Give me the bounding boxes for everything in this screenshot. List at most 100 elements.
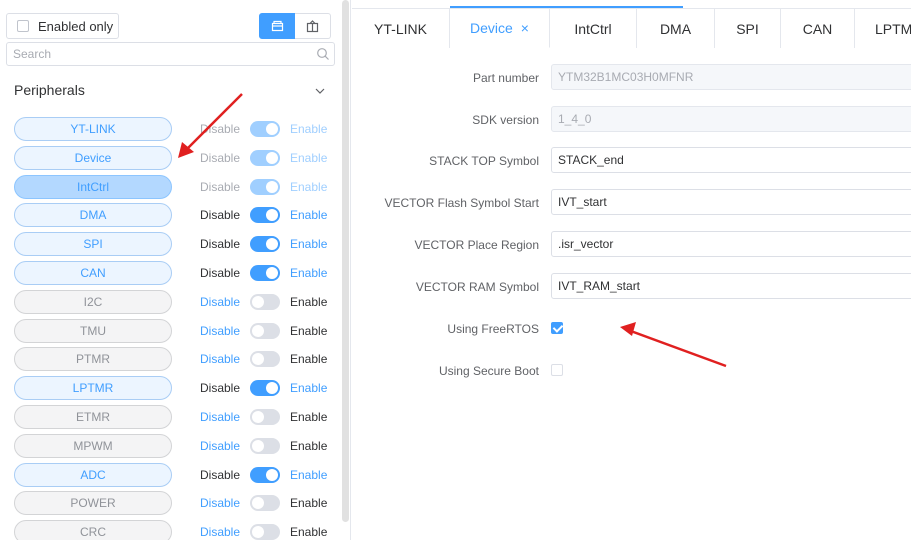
- scrollbar[interactable]: [342, 0, 349, 522]
- switch-knob: [252, 324, 264, 337]
- enable-label: Enable: [290, 294, 328, 309]
- enable-switch[interactable]: [250, 524, 280, 540]
- using-freertos-row: Using FreeRTOS: [352, 315, 911, 341]
- vector-ram-field[interactable]: [551, 273, 911, 299]
- using-secure-boot-checkbox[interactable]: [551, 364, 563, 376]
- switch-knob: [252, 295, 264, 308]
- disable-label: Disable: [200, 122, 241, 136]
- peripheral-button[interactable]: SPI: [14, 232, 172, 257]
- switch-knob: [252, 497, 264, 510]
- search-input[interactable]: [6, 42, 335, 66]
- enable-label: Enable: [290, 237, 328, 252]
- peripheral-button[interactable]: IntCtrl: [14, 174, 172, 199]
- peripheral-row: POWER Disable Enable: [0, 490, 340, 516]
- enable-switch[interactable]: [250, 351, 280, 368]
- peripheral-button[interactable]: ADC: [14, 462, 172, 487]
- switch-knob: [266, 267, 278, 279]
- switch-knob: [266, 151, 278, 164]
- peripheral-row: TMU Disable Enable: [0, 318, 340, 343]
- sdk-version-field: [551, 106, 911, 132]
- tab-label: SPI: [736, 20, 759, 37]
- enable-switch[interactable]: [250, 207, 280, 224]
- switch-knob: [266, 468, 278, 481]
- enable-label: Enable: [290, 496, 328, 511]
- peripheral-button[interactable]: CRC: [14, 520, 172, 540]
- vector-place-field[interactable]: [551, 231, 911, 257]
- close-icon[interactable]: ×: [521, 20, 529, 36]
- peripheral-button[interactable]: YT-LINK: [14, 117, 172, 141]
- enabled-only-label: Enabled only: [38, 18, 114, 34]
- vector-flash-field[interactable]: [551, 189, 911, 215]
- enabled-only-checkbox[interactable]: Enabled only: [6, 13, 119, 39]
- peripheral-button[interactable]: LPTMR: [14, 376, 172, 401]
- peripheral-row: CAN Disable Enable: [0, 260, 340, 285]
- tab-intctrl[interactable]: IntCtrl: [550, 8, 637, 48]
- peripheral-row: PTMR Disable Enable: [0, 346, 340, 372]
- enable-switch[interactable]: [250, 437, 280, 454]
- enable-label: Enable: [290, 122, 328, 136]
- vector-flash-label: VECTOR Flash Symbol Start: [384, 196, 540, 210]
- enable-switch[interactable]: [250, 380, 280, 397]
- part-number-field: [551, 64, 911, 90]
- enable-switch[interactable]: [250, 149, 280, 166]
- tab-device[interactable]: Device ×: [450, 8, 550, 48]
- grid-view-button[interactable]: [295, 13, 331, 39]
- peripheral-button[interactable]: I2C: [14, 289, 172, 314]
- chevron-down-icon[interactable]: [314, 85, 326, 97]
- tab-label: IntCtrl: [574, 20, 612, 37]
- tab-label: LPTM: [875, 20, 911, 37]
- disable-label: Disable: [200, 525, 241, 540]
- using-secure-boot-label: Using Secure Boot: [438, 364, 539, 378]
- config-tabs: YT-LINK Device × IntCtrl DMA SPI CAN LPTM: [352, 8, 911, 48]
- enable-switch[interactable]: [250, 466, 280, 483]
- peripheral-row: MPWM Disable Enable: [0, 433, 340, 458]
- disable-label: Disable: [200, 467, 241, 482]
- stack-top-field[interactable]: [551, 147, 911, 173]
- tab-yt-link[interactable]: YT-LINK: [352, 8, 450, 48]
- peripheral-button[interactable]: MPWM: [14, 433, 172, 458]
- using-freertos-label: Using FreeRTOS: [447, 322, 539, 336]
- peripheral-row: ETMR Disable Enable: [0, 404, 340, 429]
- switch-knob: [252, 439, 264, 452]
- sdk-version-label: SDK version: [472, 113, 539, 127]
- view-toggle: [259, 13, 331, 39]
- disable-label: Disable: [200, 438, 241, 453]
- vector-place-label: VECTOR Place Region: [414, 238, 540, 252]
- enable-switch[interactable]: [250, 236, 280, 253]
- peripheral-button[interactable]: PTMR: [14, 347, 172, 372]
- peripheral-button[interactable]: ETMR: [14, 405, 172, 429]
- tab-lptmr[interactable]: LPTM: [855, 8, 911, 48]
- enable-switch[interactable]: [250, 409, 280, 425]
- search-icon[interactable]: [316, 47, 330, 61]
- vector-flash-row: VECTOR Flash Symbol Start: [352, 189, 911, 215]
- disable-label: Disable: [200, 266, 241, 280]
- enable-label: Enable: [290, 208, 328, 223]
- checkbox-box[interactable]: [17, 20, 29, 32]
- enable-switch[interactable]: [250, 265, 280, 281]
- peripheral-row: Device Disable Enable: [0, 145, 340, 170]
- peripheral-button[interactable]: TMU: [14, 318, 172, 343]
- peripheral-button[interactable]: DMA: [14, 203, 172, 228]
- switch-knob: [252, 411, 264, 423]
- enable-switch[interactable]: [250, 178, 280, 195]
- peripheral-button[interactable]: POWER: [14, 491, 172, 516]
- enable-switch[interactable]: [250, 322, 280, 339]
- list-view-button[interactable]: [259, 13, 295, 39]
- switch-knob: [266, 382, 278, 395]
- using-freertos-checkbox[interactable]: [551, 322, 563, 334]
- vector-ram-label: VECTOR RAM Symbol: [415, 280, 539, 294]
- enable-label: Enable: [290, 438, 328, 453]
- enable-switch[interactable]: [250, 121, 280, 137]
- tab-spi[interactable]: SPI: [715, 8, 781, 48]
- tab-label: DMA: [659, 20, 692, 37]
- peripheral-button[interactable]: CAN: [14, 261, 172, 285]
- enable-switch[interactable]: [250, 495, 280, 512]
- peripheral-button[interactable]: Device: [14, 145, 172, 170]
- peripheral-row: ADC Disable Enable: [0, 462, 340, 487]
- enable-switch[interactable]: [250, 293, 280, 310]
- tab-label: CAN: [802, 20, 833, 37]
- disable-label: Disable: [200, 294, 241, 309]
- tab-dma[interactable]: DMA: [637, 8, 715, 48]
- tab-can[interactable]: CAN: [781, 8, 855, 48]
- stack-top-row: STACK TOP Symbol: [352, 147, 911, 173]
